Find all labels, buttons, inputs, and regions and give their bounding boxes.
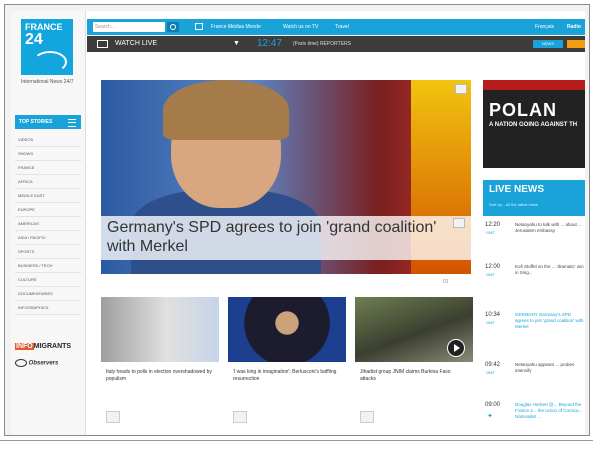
sidebar-item-culture[interactable]: CULTURE bbox=[15, 273, 81, 287]
sidebar-item-europe[interactable]: EUROPE bbox=[15, 203, 81, 217]
top-stories-label: TOP STORIES bbox=[19, 119, 53, 125]
news-button[interactable]: NEWS bbox=[533, 40, 563, 48]
infomigrants-logo[interactable]: INFOMIGRANTS bbox=[15, 343, 81, 355]
eye-icon bbox=[15, 359, 27, 367]
left-sidebar: FRANCE 24 International News 24/7 TOP ST… bbox=[11, 11, 86, 435]
entry-text[interactable]: GERMANY Germany's SPD agrees to join 'gr… bbox=[515, 312, 585, 330]
card-image bbox=[101, 297, 219, 362]
logo-line2: 24 bbox=[25, 31, 43, 48]
hero-headline[interactable]: Germany's SPD agrees to join 'grand coal… bbox=[107, 218, 437, 256]
sidebar-item-infographics[interactable]: INFOGRAPHICS bbox=[15, 301, 81, 315]
play-video-icon[interactable] bbox=[447, 339, 465, 357]
hero-story[interactable]: Germany's SPD agrees to join 'grand coal… bbox=[101, 80, 471, 274]
card-media-icon[interactable] bbox=[106, 411, 120, 423]
logo-waves-icon bbox=[33, 51, 67, 73]
live-news-subtitle[interactable]: Sort by... All the latest news bbox=[489, 202, 538, 207]
story-card[interactable]: Italy heads to polls in election oversha… bbox=[101, 297, 219, 427]
entry-time: 12:20 bbox=[485, 222, 501, 228]
link-travel[interactable]: Travel bbox=[335, 19, 349, 35]
entry-text[interactable]: Kofi Stoffel on the ... 'dramatic' win i… bbox=[515, 264, 585, 276]
chevron-down-icon[interactable]: ▼ bbox=[233, 36, 240, 52]
grid-icon[interactable] bbox=[195, 23, 203, 30]
story-card[interactable]: 'I was king in imagination': Berlusconi'… bbox=[228, 297, 346, 427]
card-image bbox=[228, 297, 346, 362]
live-bar: WATCH LIVE ▼ 12:47 (Paris time) REPORTER… bbox=[87, 36, 585, 52]
hamburger-icon[interactable] bbox=[68, 119, 76, 127]
search-input[interactable]: Search... bbox=[93, 22, 165, 32]
entry-time: 09:42 bbox=[485, 362, 501, 368]
top-stories-menu[interactable]: TOP STORIES bbox=[15, 115, 81, 129]
promo-strip bbox=[483, 80, 585, 90]
card-media-icon[interactable] bbox=[360, 411, 374, 423]
play-icon[interactable] bbox=[453, 218, 465, 228]
watch-live-button[interactable]: WATCH LIVE bbox=[115, 36, 157, 52]
live-tab-button[interactable] bbox=[567, 40, 585, 48]
tv-icon bbox=[97, 40, 108, 48]
browser-viewport: FRANCE 24 International News 24/7 TOP ST… bbox=[4, 4, 590, 436]
radio-link[interactable]: Radio bbox=[567, 19, 581, 35]
card-media-icon[interactable] bbox=[233, 411, 247, 423]
entry-date: GMT bbox=[486, 370, 495, 375]
observers-logo[interactable]: Observers bbox=[15, 359, 81, 371]
entry-date: GMT bbox=[486, 320, 495, 325]
right-column: POLAN A NATION GOING AGAINST TH LIVE NEW… bbox=[483, 80, 585, 430]
outer-page-strip bbox=[0, 440, 593, 457]
sidebar-item-middle-east[interactable]: MIDDLE EAST bbox=[15, 189, 81, 203]
sidebar-item-africa[interactable]: AFRICA bbox=[15, 175, 81, 189]
card-title[interactable]: 'I was king in imagination': Berlusconi'… bbox=[233, 369, 339, 383]
live-program: (Paris time) REPORTERS bbox=[293, 41, 351, 47]
live-news-title: LIVE NEWS bbox=[489, 184, 545, 195]
sidebar-item-documentaries[interactable]: DOCUMENTARIES bbox=[15, 287, 81, 301]
live-news-header: LIVE NEWS Sort by... All the latest news bbox=[483, 180, 585, 216]
link-france-medias-monde[interactable]: France Médias Monde bbox=[211, 19, 261, 35]
info-suffix: MIGRANTS bbox=[33, 343, 72, 350]
sidebar-nav: VIDEOS SHOWS FRANCE AFRICA MIDDLE EAST E… bbox=[15, 133, 81, 315]
entry-text[interactable]: Douglas Herbert @... Beyond the France 2… bbox=[515, 402, 585, 420]
observers-label: Observers bbox=[28, 360, 59, 367]
entry-time: 12:00 bbox=[485, 264, 501, 270]
sidebar-item-shows[interactable]: SHOWS bbox=[15, 147, 81, 161]
entry-time: 10:34 bbox=[485, 312, 501, 318]
promo-title: POLAN bbox=[489, 100, 557, 120]
promo-subtitle: A NATION GOING AGAINST TH bbox=[489, 122, 578, 128]
sidebar-item-videos[interactable]: VIDEOS bbox=[15, 133, 81, 147]
sidebar-item-france[interactable]: FRANCE bbox=[15, 161, 81, 175]
entry-text[interactable]: Netanyahu appears ... probes intensify bbox=[515, 362, 585, 374]
card-title[interactable]: Jihadist group JNIM claims Burkina Faso … bbox=[360, 369, 466, 383]
logo-tagline: International News 24/7 bbox=[21, 79, 74, 85]
search-icon[interactable] bbox=[167, 22, 179, 32]
link-watch-on-tv[interactable]: Watch us on TV bbox=[283, 19, 318, 35]
entry-time: 09:00 bbox=[485, 402, 501, 408]
entry-date: GMT bbox=[486, 272, 495, 277]
hero-pager[interactable]: 01 bbox=[443, 279, 449, 285]
hero-caption: Germany's SPD agrees to join 'grand coal… bbox=[101, 216, 471, 260]
france24-logo[interactable]: FRANCE 24 bbox=[21, 19, 73, 75]
sidebar-item-asia-pacific[interactable]: ASIA / PACIFIC bbox=[15, 231, 81, 245]
sidebar-item-business-tech[interactable]: BUSINESS / TECH bbox=[15, 259, 81, 273]
top-bar: Search... France Médias Monde Watch us o… bbox=[87, 19, 585, 35]
promo-banner[interactable]: POLAN A NATION GOING AGAINST TH bbox=[483, 80, 585, 168]
france24-homepage: FRANCE 24 International News 24/7 TOP ST… bbox=[11, 11, 585, 435]
card-title[interactable]: Italy heads to polls in election oversha… bbox=[106, 369, 212, 383]
info-prefix: INFO bbox=[15, 343, 34, 350]
sidebar-item-americas[interactable]: AMERICAS bbox=[15, 217, 81, 231]
sidebar-item-sports[interactable]: SPORTS bbox=[15, 245, 81, 259]
hero-figure-hair bbox=[163, 80, 289, 140]
live-clock: 12:47 bbox=[257, 38, 283, 49]
story-card[interactable]: Jihadist group JNIM claims Burkina Faso … bbox=[355, 297, 473, 427]
entry-date: GMT bbox=[486, 230, 495, 235]
expand-icon[interactable] bbox=[455, 84, 467, 94]
entry-text[interactable]: Netanyahu to talk with ... about ... Jer… bbox=[515, 222, 585, 234]
language-switch[interactable]: Français bbox=[535, 19, 554, 35]
twitter-bird-icon: ✦ bbox=[487, 413, 493, 420]
